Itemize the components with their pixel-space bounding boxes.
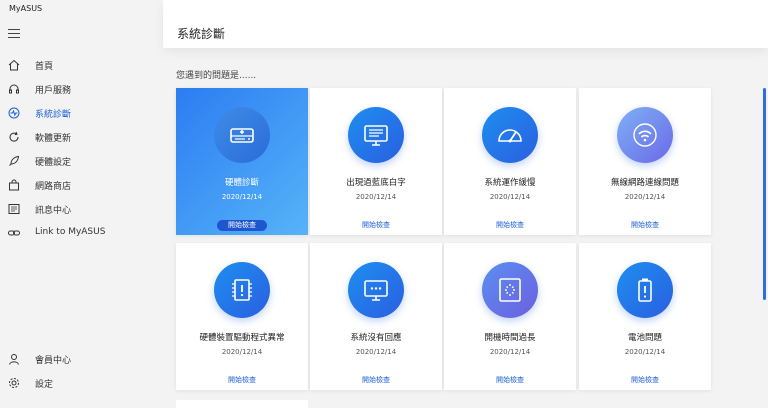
hamburger-menu-icon[interactable]	[8, 29, 20, 39]
sidebar-item-label: 系統診斷	[35, 110, 72, 120]
card-title: 開機時間過長	[484, 333, 536, 343]
sidebar-item-store[interactable]: 網路商店	[0, 174, 163, 196]
sidebar-item-label: Link to MyASUS	[35, 227, 106, 237]
start-check-button[interactable]: 開始檢查	[351, 220, 401, 231]
update-icon	[9, 131, 19, 142]
hard-drive-icon	[214, 107, 270, 163]
card-driver-issue[interactable]: 硬體裝置驅動程式異常 2020/12/14 開始檢查	[176, 243, 308, 390]
sidebar-item-software-update[interactable]: 軟體更新	[0, 126, 163, 148]
card-title: 系統沒有回應	[350, 333, 402, 343]
wifi-icon	[617, 107, 673, 163]
card-date: 2020/12/14	[489, 193, 531, 201]
battery-warning-icon	[617, 262, 673, 318]
user-icon	[9, 354, 19, 365]
card-title: 系統運作緩慢	[484, 178, 536, 188]
start-check-button[interactable]: 開始檢查	[217, 375, 267, 386]
card-date: 2020/12/14	[489, 348, 531, 356]
unresponsive-screen-icon	[348, 262, 404, 318]
card-battery-issue[interactable]: 電池問題 2020/12/14 開始檢查	[579, 243, 711, 390]
link-icon	[8, 230, 20, 236]
sidebar-item-link-to-myasus[interactable]: Link to MyASUS	[0, 222, 163, 244]
sidebar-item-label: 設定	[35, 380, 54, 390]
news-icon	[8, 204, 20, 214]
card-title: 硬體診斷	[224, 178, 259, 188]
start-check-button[interactable]: 開始檢查	[620, 220, 670, 231]
sidebar-item-label: 會員中心	[35, 356, 72, 366]
card-date: 2020/12/14	[624, 193, 666, 201]
headset-icon	[9, 84, 19, 94]
card-title: 出現過藍底白字	[346, 178, 406, 188]
sidebar-item-label: 首頁	[35, 62, 54, 72]
card-title: 硬體裝置驅動程式異常	[199, 333, 285, 343]
sidebar-item-news[interactable]: 訊息中心	[0, 198, 163, 220]
start-check-button[interactable]: 開始檢查	[217, 220, 267, 231]
app-title: MyASUS	[9, 4, 43, 13]
card-date: 2020/12/14	[355, 348, 397, 356]
card-system-unresponsive[interactable]: 系統沒有回應 2020/12/14 開始檢查	[310, 243, 442, 390]
main-content: 系統診斷 您遇到的問題是...... 硬體診斷 2020/12/14 開始檢查 …	[163, 0, 768, 408]
card-system-slow[interactable]: 系統運作緩慢 2020/12/14 開始檢查	[444, 88, 576, 235]
sidebar-item-settings[interactable]: 設定	[0, 372, 163, 394]
sidebar-item-label: 網路商店	[35, 182, 72, 192]
card-date: 2020/12/14	[221, 348, 263, 356]
rocket-icon	[9, 155, 20, 166]
sidebar-item-label: 訊息中心	[35, 206, 72, 216]
sidebar-item-label: 軟體更新	[35, 134, 72, 144]
card-date: 2020/12/14	[624, 348, 666, 356]
sidebar-item-member-center[interactable]: 會員中心	[0, 348, 163, 370]
home-icon	[8, 59, 20, 71]
card-hardware-diagnosis[interactable]: 硬體診斷 2020/12/14 開始檢查	[176, 88, 308, 235]
start-check-button[interactable]: 開始檢查	[620, 375, 670, 386]
start-check-button[interactable]: 開始檢查	[351, 375, 401, 386]
diagnosis-icon	[8, 107, 20, 119]
card-date: 2020/12/14	[355, 193, 397, 201]
start-check-button[interactable]: 開始檢查	[485, 220, 535, 231]
chip-warning-icon	[214, 262, 270, 318]
gear-icon	[9, 378, 19, 388]
sidebar-item-home[interactable]: 首頁	[0, 54, 163, 76]
card-long-boot-time[interactable]: 開機時間過長 2020/12/14 開始檢查	[444, 243, 576, 390]
card-wifi-issue[interactable]: 無線網路連線問題 2020/12/14 開始檢查	[579, 88, 711, 235]
card-date: 2020/12/14	[221, 193, 263, 201]
start-check-button[interactable]: 開始檢查	[485, 375, 535, 386]
shopping-bag-icon	[9, 179, 19, 191]
card-peek	[176, 400, 308, 408]
sidebar-item-diagnosis[interactable]: 系統診斷	[0, 102, 163, 124]
sidebar: 首頁 用戶服務 系統診斷 軟體更新 硬體設定 網路商店 訊息中心 Link to…	[0, 20, 163, 408]
speedometer-icon	[482, 107, 538, 163]
boot-loading-icon	[482, 262, 538, 318]
card-title: 無線網路連線問題	[610, 178, 679, 188]
issue-prompt: 您遇到的問題是......	[176, 71, 257, 81]
card-title: 電池問題	[627, 333, 662, 343]
sidebar-item-user-service[interactable]: 用戶服務	[0, 78, 163, 100]
sidebar-item-label: 用戶服務	[35, 86, 72, 96]
monitor-icon	[348, 107, 404, 163]
page-header: 系統診斷	[163, 0, 768, 48]
scrollbar[interactable]	[763, 88, 766, 300]
sidebar-item-hardware-settings[interactable]: 硬體設定	[0, 150, 163, 172]
sidebar-item-label: 硬體設定	[35, 158, 72, 168]
page-title: 系統診斷	[177, 27, 226, 41]
card-blue-screen[interactable]: 出現過藍底白字 2020/12/14 開始檢查	[310, 88, 442, 235]
